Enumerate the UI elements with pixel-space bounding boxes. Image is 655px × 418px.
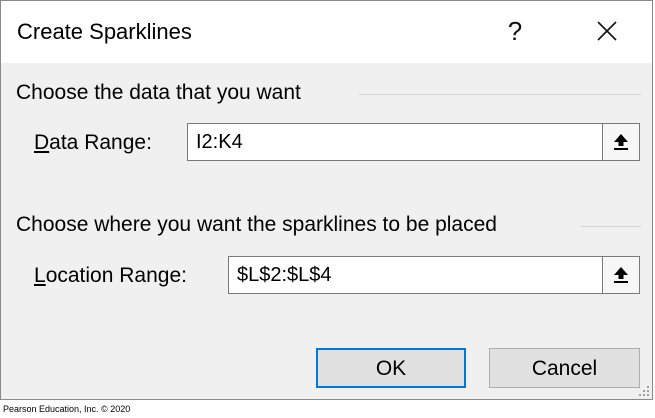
data-section-heading: Choose the data that you want — [16, 81, 301, 104]
location-range-label-text: ocation Range: — [45, 264, 187, 287]
location-range-collapse-button[interactable] — [602, 256, 640, 294]
cancel-button[interactable]: Cancel — [489, 348, 640, 388]
resize-grip-icon[interactable] — [638, 385, 650, 397]
data-range-label: Data Range: — [34, 131, 152, 155]
close-icon — [597, 21, 617, 41]
close-button[interactable] — [585, 11, 629, 51]
location-range-input[interactable] — [228, 256, 603, 294]
ok-button[interactable]: OK — [316, 348, 466, 388]
data-range-label-text: ata Range: — [49, 131, 152, 154]
dialog-title: Create Sparklines — [17, 19, 192, 44]
create-sparklines-dialog: Create Sparklines ? Choose the data that… — [0, 0, 653, 400]
data-range-input[interactable] — [187, 123, 603, 161]
data-section-divider — [359, 94, 641, 95]
location-range-accelerator: L — [34, 264, 46, 287]
collapse-dialog-icon — [614, 134, 628, 150]
data-range-accelerator: D — [34, 131, 50, 154]
copyright-credit: Pearson Education, Inc. © 2020 — [3, 404, 131, 414]
location-range-label: Location Range: — [34, 264, 187, 288]
help-button[interactable]: ? — [493, 11, 537, 51]
data-range-collapse-button[interactable] — [602, 123, 640, 161]
location-section-divider — [581, 226, 641, 227]
collapse-dialog-icon — [614, 267, 628, 283]
location-section-heading: Choose where you want the sparklines to … — [16, 213, 497, 236]
title-bar[interactable]: Create Sparklines ? — [1, 1, 652, 63]
